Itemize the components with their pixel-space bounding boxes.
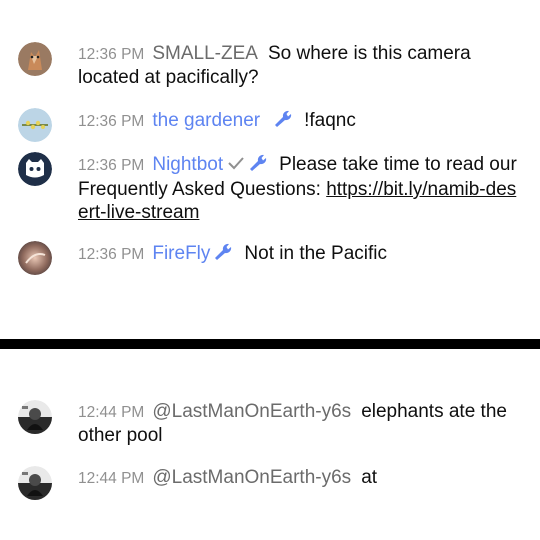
timestamp: 12:36 PM	[78, 46, 145, 63]
moderator-wrench-icon	[272, 108, 294, 134]
timestamp: 12:44 PM	[78, 404, 145, 421]
author-name[interactable]: Nightbot	[152, 154, 223, 175]
message-text: !faqnc	[304, 110, 356, 131]
avatar[interactable]	[18, 152, 52, 186]
message-text: Not in the Pacific	[244, 243, 387, 264]
avatar[interactable]	[18, 400, 52, 434]
avatar[interactable]	[18, 42, 52, 76]
chat-message: 12:44 PM @LastManOnEarth-y6s elephants ate…	[18, 400, 522, 447]
avatar[interactable]	[18, 466, 52, 500]
author-name[interactable]: FireFly	[152, 243, 210, 264]
verified-check-icon	[227, 154, 245, 177]
author-name[interactable]: @LastManOnEarth-y6s	[152, 401, 351, 422]
avatar[interactable]	[18, 108, 52, 142]
message-text: at	[361, 467, 378, 488]
moderator-wrench-icon	[212, 241, 234, 267]
author-name[interactable]: the gardener	[152, 110, 260, 131]
author-name[interactable]: SMALL-ZEA	[152, 43, 258, 64]
chat-message: 12:36 PM Nightbot Please take time to read…	[18, 152, 522, 224]
chat-message: 12:36 PM SMALL-ZEA So where is this camera…	[18, 42, 522, 89]
author-name[interactable]: @LastManOnEarth-y6s	[152, 467, 351, 488]
chat-message: 12:44 PM @LastManOnEarth-y6s at	[18, 466, 522, 500]
timestamp: 12:36 PM	[78, 113, 145, 130]
timestamp: 12:44 PM	[78, 470, 145, 487]
timestamp: 12:36 PM	[78, 246, 145, 263]
moderator-wrench-icon	[247, 152, 269, 178]
chat-message: 12:36 PM the gardener !faqnc	[18, 108, 522, 142]
chat-message: 12:36 PM FireFly Not in the Pacific	[18, 241, 522, 275]
timestamp: 12:36 PM	[78, 157, 145, 174]
avatar[interactable]	[18, 241, 52, 275]
divider	[0, 339, 540, 349]
